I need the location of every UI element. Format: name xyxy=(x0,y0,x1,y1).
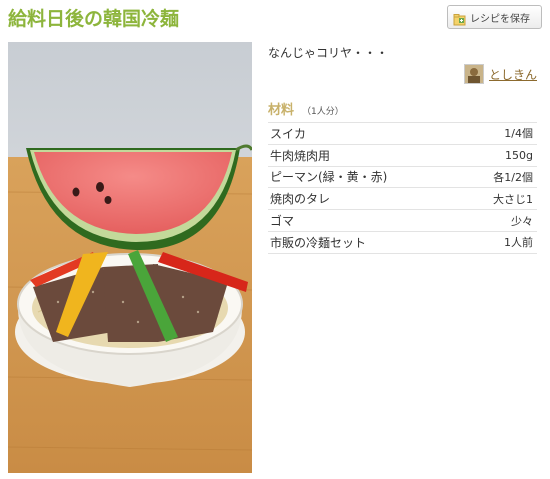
ingredient-name: ピーマン(緑・黄・赤) xyxy=(270,170,388,185)
ingredient-row: 市販の冷麺セット 1人前 xyxy=(268,232,537,254)
ingredients-heading: 材料 xyxy=(268,103,295,118)
ingredient-name: ゴマ xyxy=(270,214,295,229)
ingredient-row: 牛肉焼肉用 150g xyxy=(268,145,537,167)
ingredient-name: 牛肉焼肉用 xyxy=(270,148,331,163)
ingredient-row: ゴマ 少々 xyxy=(268,210,537,232)
ingredient-name: 市販の冷麺セット xyxy=(270,235,367,250)
ingredient-qty: 各1/2個 xyxy=(493,170,533,184)
recipe-photo[interactable] xyxy=(8,42,252,473)
ingredient-name: 焼肉のタレ xyxy=(270,192,331,207)
servings-label: （1人分） xyxy=(302,107,344,117)
ingredient-qty: 少々 xyxy=(511,214,533,228)
author-name[interactable]: としきん xyxy=(489,66,537,83)
ingredient-row: 焼肉のタレ 大さじ1 xyxy=(268,188,537,211)
ingredient-name: スイカ xyxy=(270,126,307,141)
ingredient-list: スイカ 1/4個 牛肉焼肉用 150g ピーマン(緑・黄・赤) 各1/2個 焼肉… xyxy=(268,122,537,254)
recipe-description: なんじゃコリヤ・・・ xyxy=(268,46,389,60)
author-link[interactable]: としきん xyxy=(463,64,537,84)
ingredient-row: ピーマン(緑・黄・赤) 各1/2個 xyxy=(268,167,537,189)
save-button-label: レシピを保存 xyxy=(470,13,530,25)
ingredient-qty: 大さじ1 xyxy=(493,192,533,206)
ingredient-qty: 1人前 xyxy=(504,236,533,250)
save-folder-icon xyxy=(453,11,466,25)
ingredient-qty: 150g xyxy=(505,148,533,162)
ingredient-qty: 1/4個 xyxy=(504,127,533,141)
recipe-title: 給料日後の韓国冷麺 xyxy=(8,8,180,30)
save-recipe-button[interactable]: レシピを保存 xyxy=(447,5,542,29)
ingredient-row: スイカ 1/4個 xyxy=(268,123,537,145)
ingredients-header: 材料 （1人分） xyxy=(268,99,344,118)
avatar[interactable] xyxy=(463,64,484,84)
